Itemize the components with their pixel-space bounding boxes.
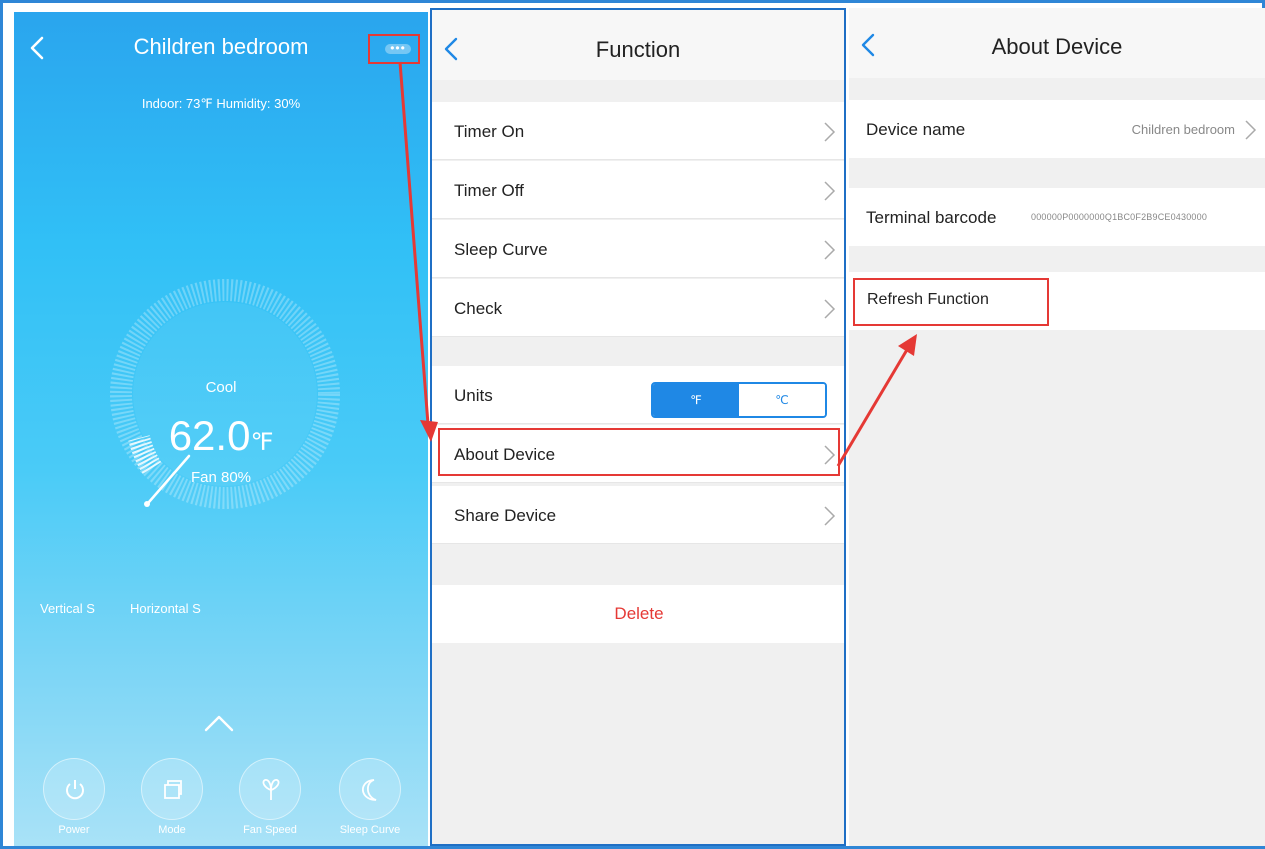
fan-icon [262, 779, 280, 800]
menu-item-label: Check [454, 299, 503, 318]
chevron-right-icon [824, 240, 836, 260]
about-title: About Device [991, 34, 1123, 59]
indoor-humidity-info: Indoor: 73℉ Humidity: 30% [141, 96, 301, 111]
temperature-display: 62.0℉ [14, 412, 428, 460]
sleep-curve-button[interactable] [339, 758, 401, 820]
mode-control-label: Mode [158, 824, 186, 836]
units-toggle[interactable]: ℉ ℃ [651, 382, 827, 418]
terminal-barcode-label: Terminal barcode [866, 208, 997, 227]
power-label: Power [58, 824, 90, 836]
mode-label: Cool [205, 379, 237, 396]
function-title: Function [595, 37, 681, 62]
chevron-right-icon [824, 506, 836, 526]
power-icon [66, 780, 84, 800]
moon-icon [362, 779, 377, 801]
unit-option-fahrenheit[interactable]: ℉ [653, 384, 739, 416]
device-name-row[interactable]: Device name Children bedroom [849, 100, 1265, 158]
chevron-right-icon [824, 299, 836, 319]
fan-label: Fan 80% [190, 469, 252, 486]
sleep-curve-label: Sleep Curve [339, 824, 401, 836]
device-name-label: Device name [866, 120, 966, 139]
temperature-value: 62.0 [168, 412, 251, 459]
menu-item-sleep-curve[interactable]: Sleep Curve [432, 220, 844, 278]
highlight-refresh-function [853, 278, 1049, 326]
chevron-up-icon[interactable] [201, 712, 237, 734]
units-label: Units [454, 386, 493, 405]
terminal-barcode-value: 000000P0000000Q1BC0F2B9CE0430000 [1031, 212, 1208, 222]
highlight-about-device [438, 428, 840, 476]
temperature-unit: ℉ [250, 429, 274, 456]
highlight-more-button [368, 34, 420, 64]
power-control[interactable]: Power [42, 758, 106, 836]
mode-button[interactable] [141, 758, 203, 820]
menu-item-label: Timer Off [454, 181, 524, 200]
sleep-curve-control[interactable]: Sleep Curve [338, 758, 402, 836]
menu-item-check[interactable]: Check [432, 279, 844, 337]
function-screen: Function Timer On Timer Off Sleep Curve … [430, 8, 846, 846]
fan-speed-button[interactable] [239, 758, 301, 820]
fan-speed-label: Fan Speed [243, 824, 297, 836]
mode-control[interactable]: Mode [140, 758, 204, 836]
chevron-right-icon [824, 122, 836, 142]
menu-item-label: Timer On [454, 122, 525, 141]
about-device-screen: About Device Device name Children bedroo… [849, 8, 1265, 846]
menu-item-label: Sleep Curve [454, 240, 548, 259]
terminal-barcode-row: Terminal barcode 000000P0000000Q1BC0F2B9… [849, 188, 1265, 246]
menu-item-share-device[interactable]: Share Device [432, 486, 844, 544]
chevron-right-icon [1245, 120, 1257, 140]
delete-button[interactable]: Delete [432, 585, 844, 643]
device-title: Children bedroom [133, 34, 309, 59]
menu-item-timer-on[interactable]: Timer On [432, 102, 844, 160]
fan-speed-control[interactable]: Fan Speed [238, 758, 302, 836]
units-row: Units ℉ ℃ [432, 366, 844, 424]
swing-vertical-toggle[interactable]: Vertical S [40, 601, 95, 616]
chevron-right-icon [824, 181, 836, 201]
power-button[interactable] [43, 758, 105, 820]
menu-item-label: Share Device [454, 506, 557, 525]
menu-item-timer-off[interactable]: Timer Off [432, 161, 844, 219]
swing-horizontal-toggle[interactable]: Horizontal S [130, 601, 201, 616]
mode-icon [164, 780, 182, 799]
unit-option-celsius[interactable]: ℃ [739, 384, 825, 416]
device-name-value: Children bedroom [1131, 122, 1235, 137]
device-control-screen: Children bedroom ••• Indoor: 73℉ Humidit… [14, 12, 428, 846]
